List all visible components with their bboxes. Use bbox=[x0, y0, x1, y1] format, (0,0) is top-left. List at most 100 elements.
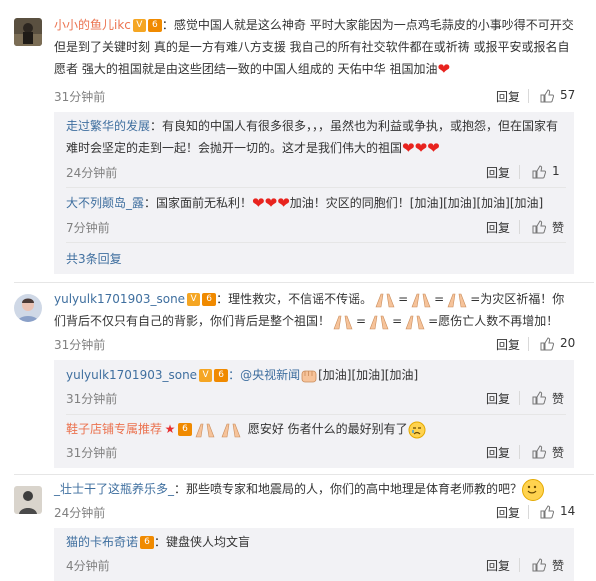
comment-body: =愿伤亡人数不再增加！ bbox=[428, 314, 559, 328]
username[interactable]: 大不列颠岛_露 bbox=[66, 196, 144, 210]
reply-text: yulyulk1701903_sone V 6 ：@央视新闻 [加油][加油][加油] bbox=[66, 364, 566, 386]
divider bbox=[528, 505, 529, 519]
reply-text: 走过繁华的发展：有良知的中国人有很多很多，，，虽然也为利益或争执，或抱怨，但在国… bbox=[66, 115, 566, 159]
reply-button[interactable]: 回复 bbox=[496, 336, 520, 353]
verified-icon: V bbox=[199, 369, 213, 382]
divider bbox=[519, 445, 520, 459]
like-icon[interactable] bbox=[540, 505, 554, 519]
username[interactable]: 鞋子店铺专属推荐 bbox=[66, 422, 162, 436]
reply-button[interactable]: 回复 bbox=[496, 88, 520, 105]
like-icon[interactable] bbox=[532, 165, 546, 179]
timestamp: 24分钟前 bbox=[54, 506, 106, 520]
divider bbox=[519, 391, 520, 405]
divider bbox=[66, 242, 566, 243]
like-icon[interactable] bbox=[532, 220, 546, 234]
reply-body: ：国家面前无私利！ bbox=[144, 196, 253, 210]
reply-text: 猫的卡布奇诺 6 ：键盘侠人均文盲 bbox=[66, 531, 566, 553]
pray-icon bbox=[221, 423, 241, 437]
comment-text: yulyulk1701903_sone V 6 ：理性救灾，不信谣不传谣。 = = =为灾区… bbox=[54, 292, 565, 329]
like-count: 57 bbox=[560, 88, 576, 102]
star-icon: ★ bbox=[164, 422, 176, 436]
avatar[interactable] bbox=[14, 486, 42, 514]
reply-body: ：键盘侠人均文盲 bbox=[154, 535, 251, 549]
reply-button[interactable]: 回复 bbox=[486, 444, 510, 461]
heart-icon: ❤ bbox=[264, 194, 278, 212]
divider bbox=[519, 220, 520, 234]
divider bbox=[66, 414, 566, 415]
heart-icon: ❤ bbox=[427, 139, 440, 157]
divider bbox=[14, 282, 594, 283]
pray-icon bbox=[369, 315, 389, 329]
level-icon: 6 bbox=[178, 423, 193, 436]
username[interactable]: 猫的卡布奇诺 bbox=[66, 535, 138, 549]
level-icon: 6 bbox=[214, 369, 229, 382]
reply-button[interactable]: 回复 bbox=[486, 219, 510, 236]
heart-icon: ❤ bbox=[277, 194, 290, 212]
like-icon[interactable] bbox=[532, 391, 546, 405]
reply-body: [加油][加油][加油] bbox=[318, 368, 419, 382]
heart-icon: ❤ bbox=[414, 139, 428, 157]
username[interactable]: yulyulk1701903_sone bbox=[54, 292, 185, 306]
divider bbox=[528, 337, 529, 351]
divider bbox=[66, 187, 566, 188]
timestamp: 31分钟前 bbox=[66, 392, 118, 406]
reply-text: 鞋子店铺专属推荐 ★ 6 愿安好 伤者什么的最好别有了 bbox=[66, 418, 566, 440]
divider bbox=[519, 165, 520, 179]
verified-icon: V bbox=[132, 19, 146, 32]
like-icon[interactable] bbox=[532, 558, 546, 572]
comment-body: ：理性救灾，不信谣不传谣。 bbox=[216, 292, 373, 306]
comment-body: ：感觉中国人就是这么神奇 平时大家能因为一点鸡毛蒜皮的小事吵得不可开交 但是到了… bbox=[54, 18, 574, 76]
timestamp: 7分钟前 bbox=[66, 221, 110, 235]
reply-list: 走过繁华的发展：有良知的中国人有很多很多，，，虽然也为利益或争执，或抱怨，但在国… bbox=[54, 112, 574, 274]
heart-icon: ❤ bbox=[252, 194, 265, 212]
like-count[interactable]: 赞 bbox=[552, 444, 564, 461]
username[interactable]: yulyulk1701903_sone bbox=[66, 368, 197, 382]
level-icon: 6 bbox=[202, 293, 217, 306]
timestamp: 31分钟前 bbox=[54, 90, 106, 104]
like-icon[interactable] bbox=[540, 337, 554, 351]
reply-list: yulyulk1701903_sone V 6 ：@央视新闻 [加油][加油][加油] … bbox=[54, 360, 574, 468]
pray-icon bbox=[333, 315, 353, 329]
avatar[interactable] bbox=[14, 18, 42, 46]
tearful-face-icon bbox=[408, 421, 426, 438]
avatar[interactable] bbox=[14, 294, 42, 322]
comment-text: 小小的鱼儿ikc V 6 ：感觉中国人就是这么神奇 平时大家能因为一点鸡毛蒜皮的小事吵… bbox=[54, 14, 574, 80]
reply-button[interactable]: 回复 bbox=[486, 164, 510, 181]
timestamp: 31分钟前 bbox=[66, 446, 118, 460]
timestamp: 4分钟前 bbox=[66, 559, 110, 573]
pray-icon bbox=[375, 293, 395, 307]
mention-link[interactable]: ：@央视新闻 bbox=[228, 368, 300, 382]
pray-icon bbox=[411, 293, 431, 307]
timestamp: 24分钟前 bbox=[66, 166, 118, 180]
username[interactable]: 走过繁华的发展 bbox=[66, 119, 150, 133]
timestamp: 31分钟前 bbox=[54, 338, 106, 352]
reply-button[interactable]: 回复 bbox=[486, 557, 510, 574]
like-count: 1 bbox=[552, 164, 560, 178]
comment-text: _壮士干了这瓶养乐多_：那些喷专家和地震局的人，你们的高中地理是体育老师教的吧？ bbox=[54, 478, 574, 501]
reply-button[interactable]: 回复 bbox=[496, 504, 520, 521]
comment-feed: 小小的鱼儿ikc V 6 ：感觉中国人就是这么神奇 平时大家能因为一点鸡毛蒜皮的小事吵… bbox=[0, 0, 596, 581]
reply-body: 愿安好 伤者什么的最好别有了 bbox=[247, 422, 408, 436]
fist-icon bbox=[301, 370, 317, 382]
heart-icon: ❤ bbox=[402, 139, 415, 157]
like-icon[interactable] bbox=[540, 89, 554, 103]
divider bbox=[14, 474, 594, 475]
pray-icon bbox=[405, 315, 425, 329]
like-count: 20 bbox=[560, 336, 576, 350]
like-count[interactable]: 赞 bbox=[552, 390, 564, 407]
like-count: 14 bbox=[560, 504, 576, 518]
like-icon[interactable] bbox=[532, 445, 546, 459]
smile-icon bbox=[522, 478, 545, 501]
pray-icon bbox=[195, 423, 215, 437]
divider bbox=[519, 558, 520, 572]
reply-body: 加油！灾区的同胞们！[加油][加油][加油][加油] bbox=[289, 196, 544, 210]
username[interactable]: _壮士干了这瓶养乐多_ bbox=[54, 482, 174, 496]
pray-icon bbox=[447, 293, 467, 307]
like-count[interactable]: 赞 bbox=[552, 557, 564, 574]
like-count[interactable]: 赞 bbox=[552, 219, 564, 236]
level-icon: 6 bbox=[147, 19, 162, 32]
reply-button[interactable]: 回复 bbox=[486, 390, 510, 407]
username[interactable]: 小小的鱼儿ikc bbox=[54, 18, 131, 32]
level-icon: 6 bbox=[140, 536, 155, 549]
more-replies-link[interactable]: 共3条回复 bbox=[66, 248, 566, 270]
